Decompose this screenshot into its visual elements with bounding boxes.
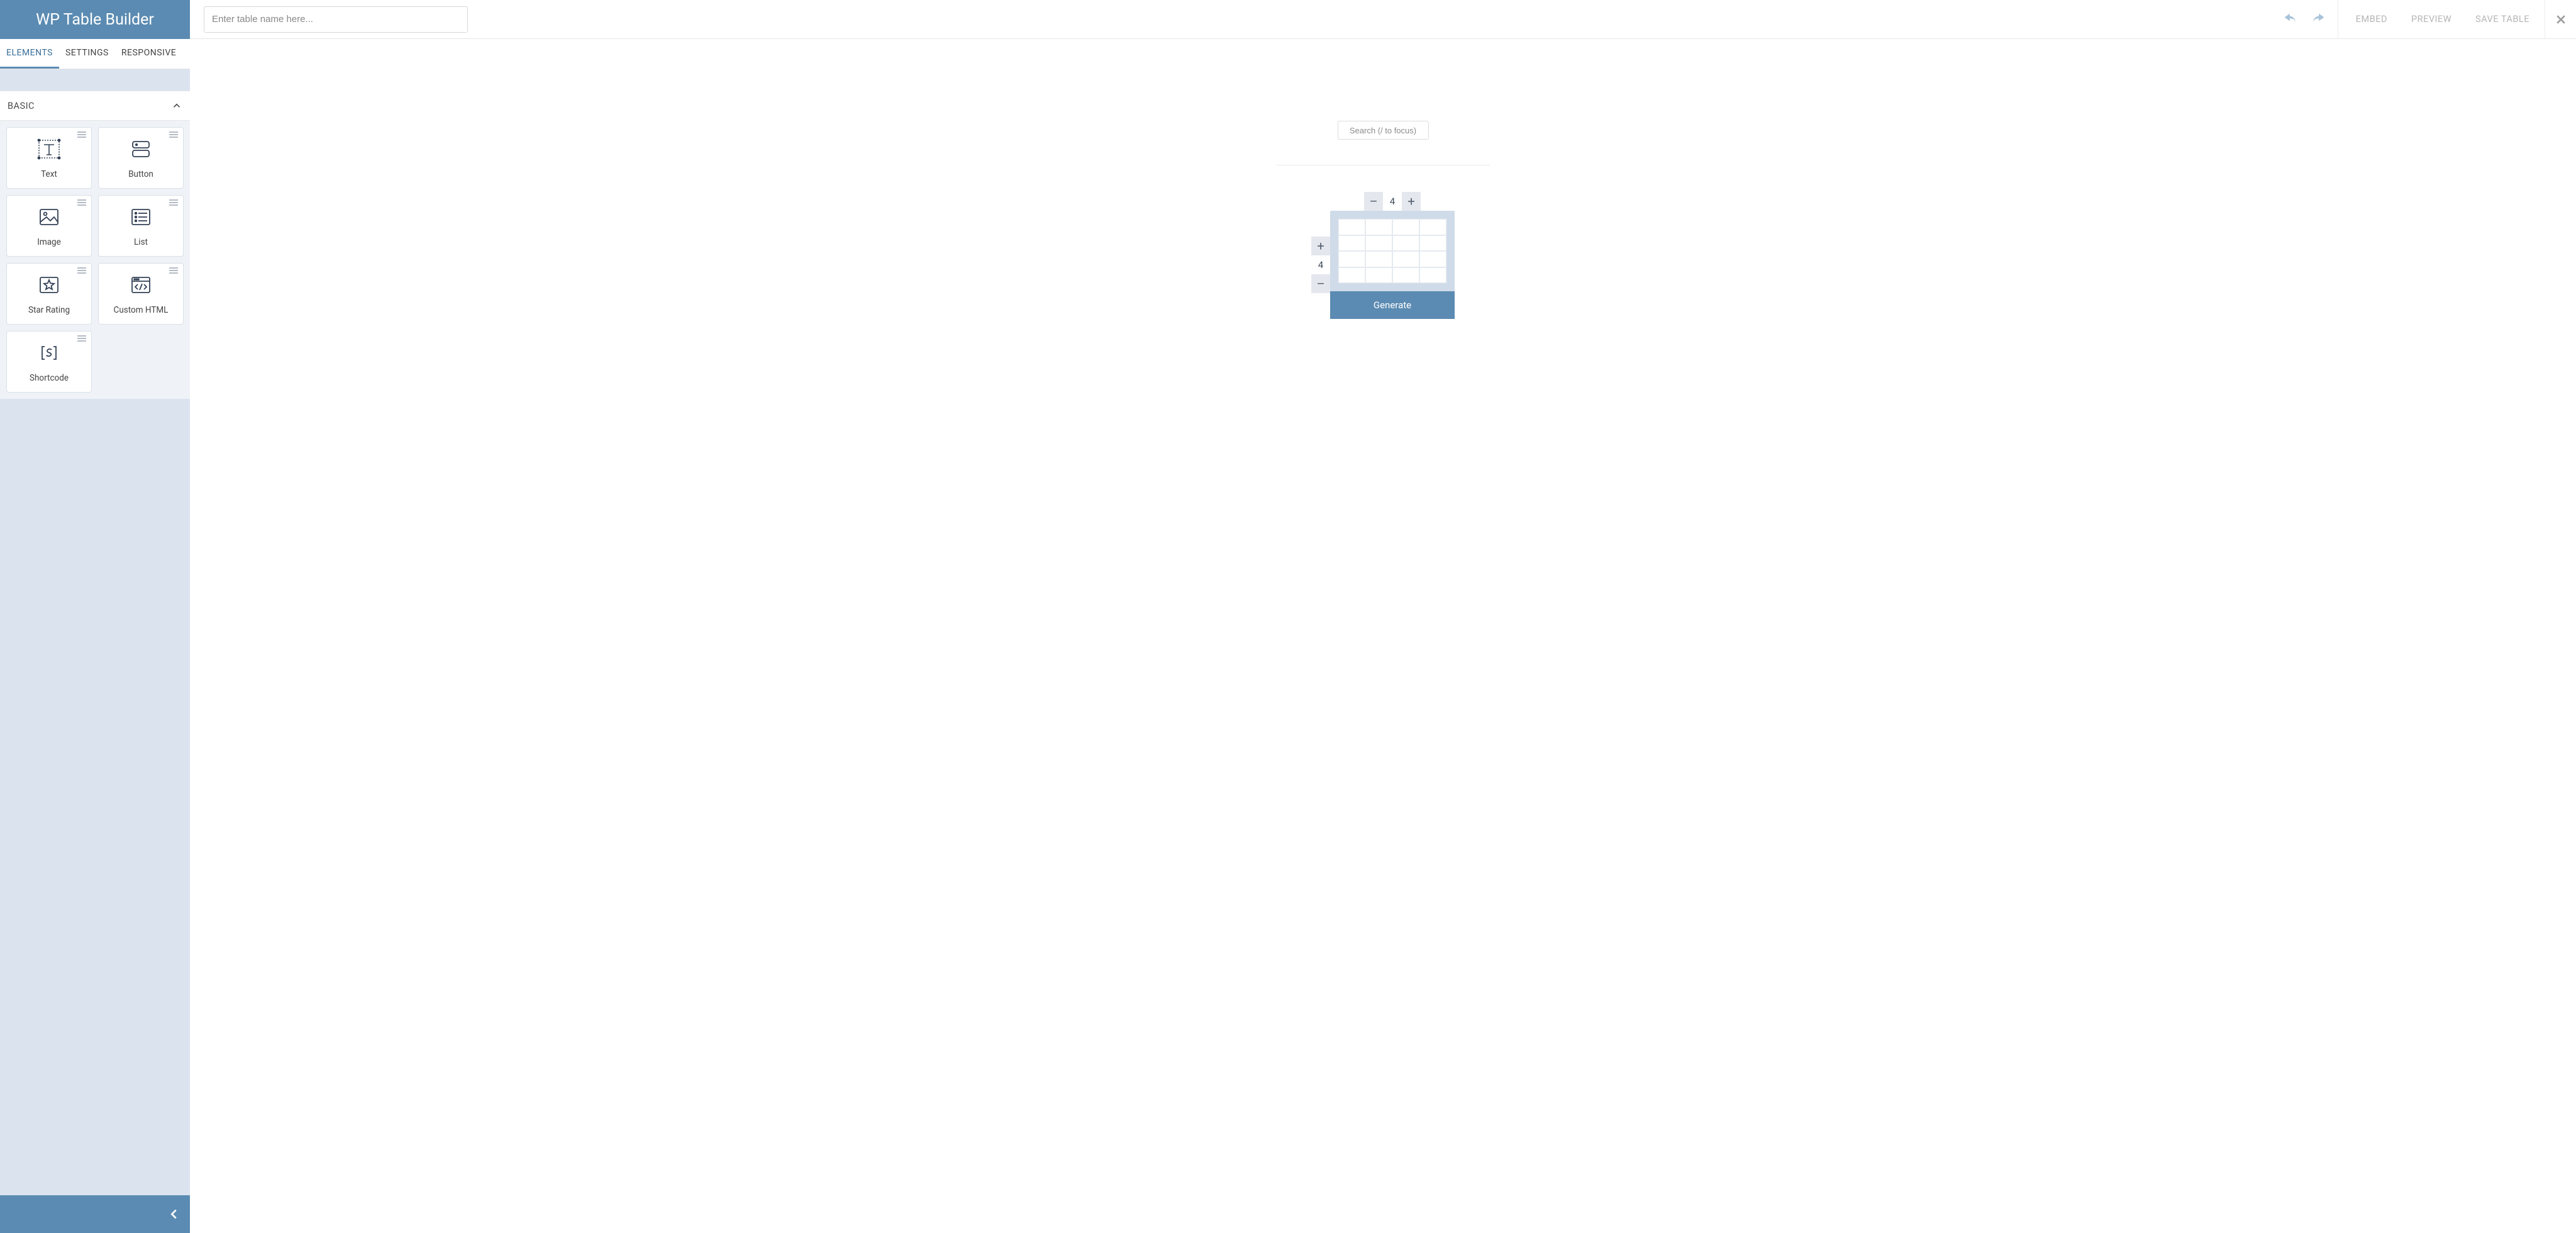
preview-cell — [1392, 267, 1419, 284]
element-label: List — [134, 237, 148, 247]
drag-handle-icon — [169, 199, 178, 206]
rows-decrement[interactable]: – — [1311, 274, 1330, 293]
preview-cell — [1338, 235, 1365, 252]
preview-cell — [1365, 251, 1392, 267]
element-custom-html[interactable]: Custom HTML — [98, 263, 184, 325]
redo-icon — [2309, 11, 2327, 28]
shortcode-icon — [36, 340, 62, 365]
canvas: – 4 + + 4 – — [190, 39, 2576, 1233]
code-icon — [128, 272, 153, 298]
button-icon — [128, 137, 153, 162]
preview-cell — [1365, 219, 1392, 235]
tab-settings[interactable]: SETTINGS — [59, 39, 115, 69]
preview-cell — [1392, 235, 1419, 252]
drag-handle-icon — [169, 131, 178, 138]
sidebar: WP Table Builder ELEMENTS SETTINGS RESPO… — [0, 0, 190, 1233]
topbar: EMBED PREVIEW SAVE TABLE — [190, 0, 2576, 39]
rows-increment[interactable]: + — [1311, 237, 1330, 255]
preview-cell — [1392, 251, 1419, 267]
columns-value: 4 — [1383, 192, 1402, 211]
rows-stepper: + 4 – — [1311, 237, 1330, 293]
sidebar-tabs: ELEMENTS SETTINGS RESPONSIVE — [0, 39, 190, 69]
element-label: Star Rating — [28, 305, 70, 315]
preview-cell — [1338, 267, 1365, 284]
text-icon — [36, 137, 62, 162]
element-label: Text — [41, 169, 57, 179]
panel-header-label: BASIC — [8, 101, 35, 111]
preview-cell — [1338, 251, 1365, 267]
save-button[interactable]: SAVE TABLE — [2467, 0, 2538, 39]
element-button[interactable]: Button — [98, 127, 184, 189]
generate-button[interactable]: Generate — [1330, 291, 1455, 319]
preview-grid — [1338, 218, 1447, 284]
chevron-left-icon — [167, 1207, 181, 1221]
element-label: Custom HTML — [114, 305, 169, 315]
preview-cell — [1419, 267, 1446, 284]
close-button[interactable] — [2545, 0, 2576, 39]
search-input[interactable] — [1338, 121, 1429, 140]
undo-button[interactable] — [2280, 9, 2301, 30]
element-shortcode[interactable]: Shortcode — [6, 331, 92, 393]
preview-cell — [1419, 251, 1446, 267]
canvas-center: – 4 + + 4 – — [190, 121, 2576, 319]
rows-value: 4 — [1311, 255, 1330, 274]
preview-cell — [1365, 235, 1392, 252]
drag-handle-icon — [169, 267, 178, 274]
close-icon — [2555, 13, 2567, 26]
panel-header-basic[interactable]: BASIC — [0, 91, 190, 121]
element-image[interactable]: Image — [6, 195, 92, 257]
drag-handle-icon — [77, 199, 86, 206]
element-star-rating[interactable]: Star Rating — [6, 263, 92, 325]
chevron-up-icon — [171, 100, 182, 111]
preview-cell — [1392, 219, 1419, 235]
tab-elements[interactable]: ELEMENTS — [0, 39, 59, 69]
table-generator: – 4 + + 4 – — [1311, 192, 1455, 319]
app-title: WP Table Builder — [0, 0, 190, 39]
element-label: Image — [37, 237, 61, 247]
columns-increment[interactable]: + — [1402, 192, 1421, 211]
sidebar-spacer — [0, 69, 190, 91]
element-list[interactable]: List — [98, 195, 184, 257]
list-icon — [128, 204, 153, 230]
image-icon — [36, 204, 62, 230]
preview-cell — [1338, 219, 1365, 235]
drag-handle-icon — [77, 267, 86, 274]
preview-cell — [1419, 235, 1446, 252]
tab-responsive[interactable]: RESPONSIVE — [115, 39, 182, 69]
drag-handle-icon — [77, 131, 86, 138]
drag-handle-icon — [77, 335, 86, 342]
table-name-input[interactable] — [204, 6, 468, 33]
element-label: Button — [128, 169, 153, 179]
element-text[interactable]: Text — [6, 127, 92, 189]
main: EMBED PREVIEW SAVE TABLE – 4 + + — [190, 0, 2576, 1233]
preview-cell — [1365, 267, 1392, 284]
sidebar-collapse[interactable] — [0, 1195, 190, 1233]
elements-grid: Text Button Im — [0, 121, 190, 399]
undo-icon — [2282, 11, 2299, 28]
star-icon — [36, 272, 62, 298]
columns-stepper: – 4 + — [1330, 192, 1455, 211]
element-label: Shortcode — [30, 373, 69, 383]
redo-button[interactable] — [2307, 9, 2329, 30]
preview-button[interactable]: PREVIEW — [2402, 0, 2460, 39]
columns-decrement[interactable]: – — [1364, 192, 1383, 211]
generator-preview: Generate — [1330, 211, 1455, 319]
embed-button[interactable]: EMBED — [2347, 0, 2396, 39]
preview-cell — [1419, 219, 1446, 235]
